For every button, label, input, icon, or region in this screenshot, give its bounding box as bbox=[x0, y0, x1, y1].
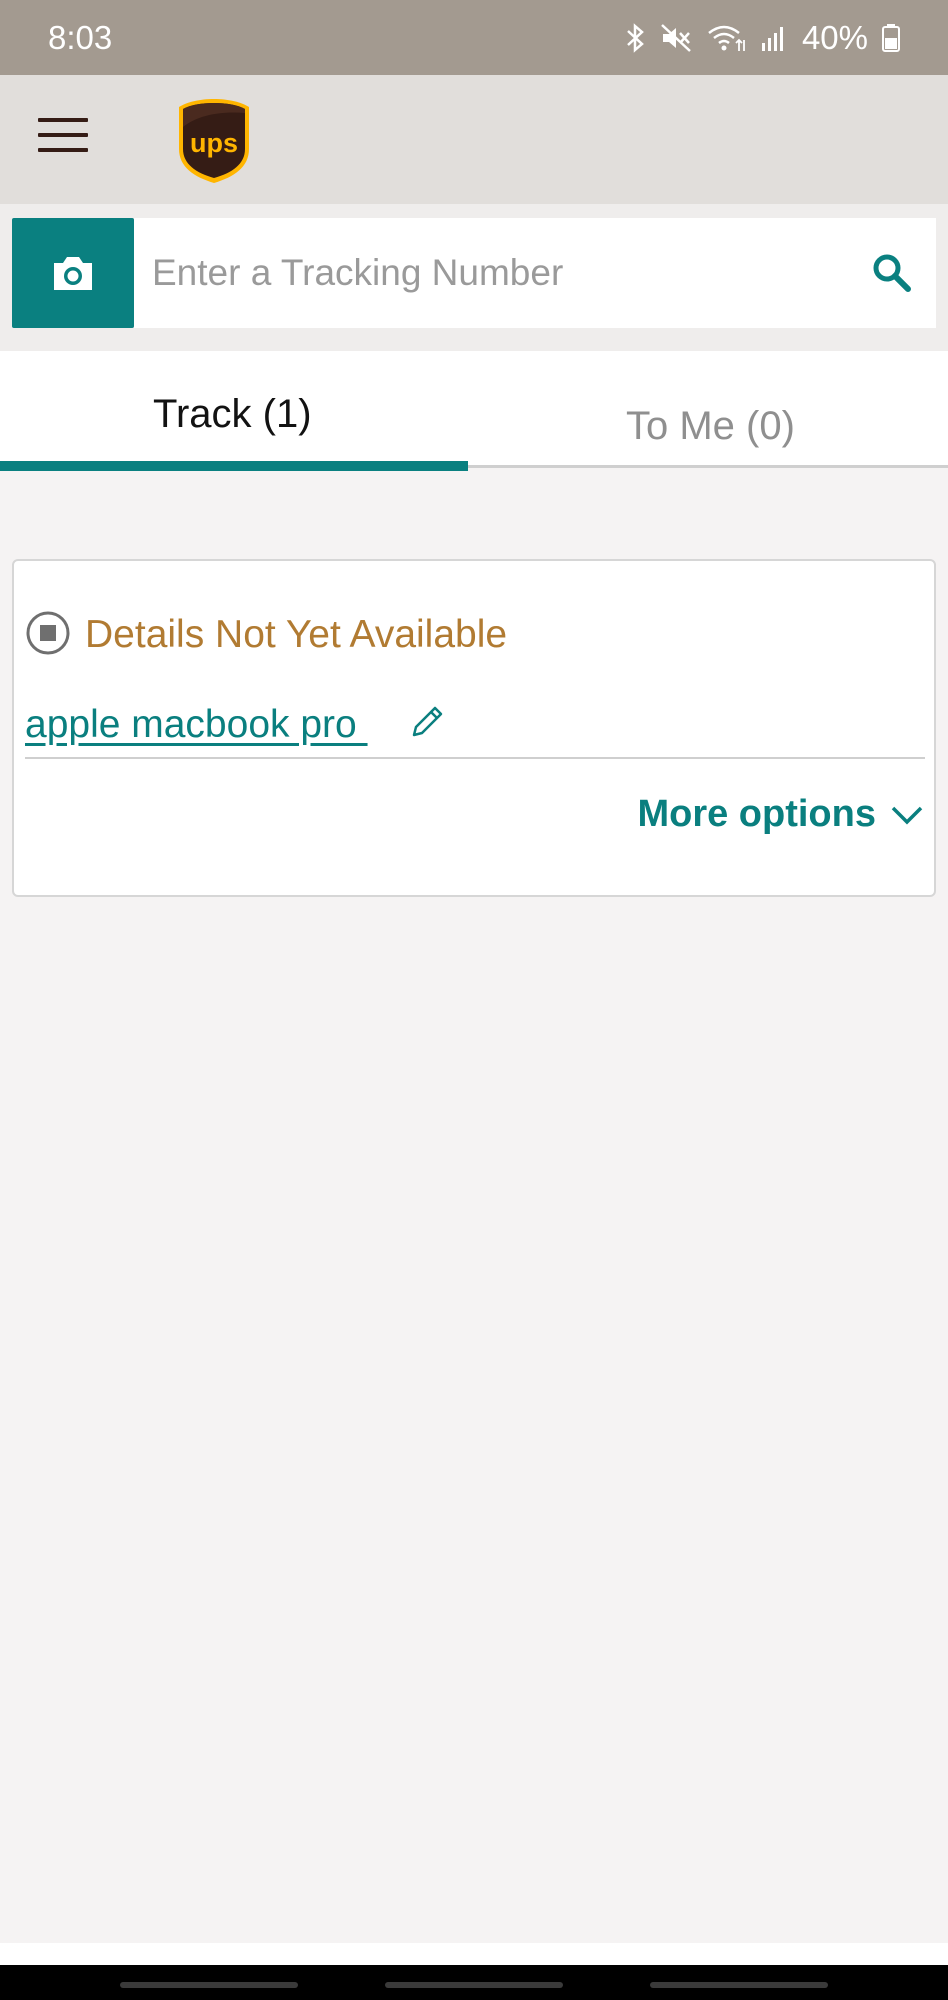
search-bar bbox=[0, 204, 948, 351]
camera-button[interactable] bbox=[12, 218, 134, 328]
app-header: ups bbox=[0, 75, 948, 204]
nav-home-button[interactable] bbox=[385, 1982, 563, 1988]
nav-recents-button[interactable] bbox=[120, 1982, 298, 1988]
tab-to-me[interactable]: To Me (0) bbox=[468, 351, 948, 468]
bottom-strip bbox=[0, 1943, 948, 1965]
tab-to-me-label: To Me (0) bbox=[626, 404, 795, 448]
active-tab-indicator bbox=[0, 461, 468, 471]
wifi-icon bbox=[708, 25, 745, 51]
tab-track[interactable]: Track (1) bbox=[0, 351, 468, 471]
status-bar: 8:03 40% bbox=[0, 0, 948, 75]
more-options-button[interactable]: More options bbox=[637, 793, 924, 836]
hamburger-menu-icon[interactable] bbox=[38, 118, 88, 160]
status-time: 8:03 bbox=[48, 18, 113, 56]
camera-icon bbox=[54, 257, 92, 290]
signal-icon bbox=[761, 26, 783, 51]
status-stop-icon bbox=[26, 611, 70, 655]
search-icon[interactable] bbox=[870, 251, 914, 295]
system-nav-bar bbox=[0, 1965, 948, 2000]
tab-bar: Track (1) To Me (0) bbox=[0, 351, 948, 471]
search-box bbox=[134, 218, 936, 328]
more-options-label: More options bbox=[637, 793, 876, 835]
svg-text:ups: ups bbox=[190, 128, 238, 158]
ups-logo: ups bbox=[179, 99, 249, 183]
mute-icon bbox=[661, 23, 691, 52]
battery-icon bbox=[882, 23, 900, 52]
nav-back-button[interactable] bbox=[650, 1982, 828, 1988]
package-name-link[interactable]: apple macbook pro bbox=[25, 703, 368, 747]
pencil-icon[interactable] bbox=[408, 701, 448, 741]
package-card: Details Not Yet Available apple macbook … bbox=[12, 559, 936, 897]
status-icons: 40% bbox=[624, 19, 900, 57]
battery-percent: 40% bbox=[801, 18, 868, 56]
chevron-down-icon bbox=[891, 806, 923, 824]
tracking-number-input[interactable] bbox=[152, 218, 832, 328]
tab-track-label: Track (1) bbox=[153, 392, 312, 436]
bluetooth-icon bbox=[627, 22, 644, 53]
package-status: Details Not Yet Available bbox=[85, 613, 508, 656]
card-divider bbox=[25, 757, 925, 759]
